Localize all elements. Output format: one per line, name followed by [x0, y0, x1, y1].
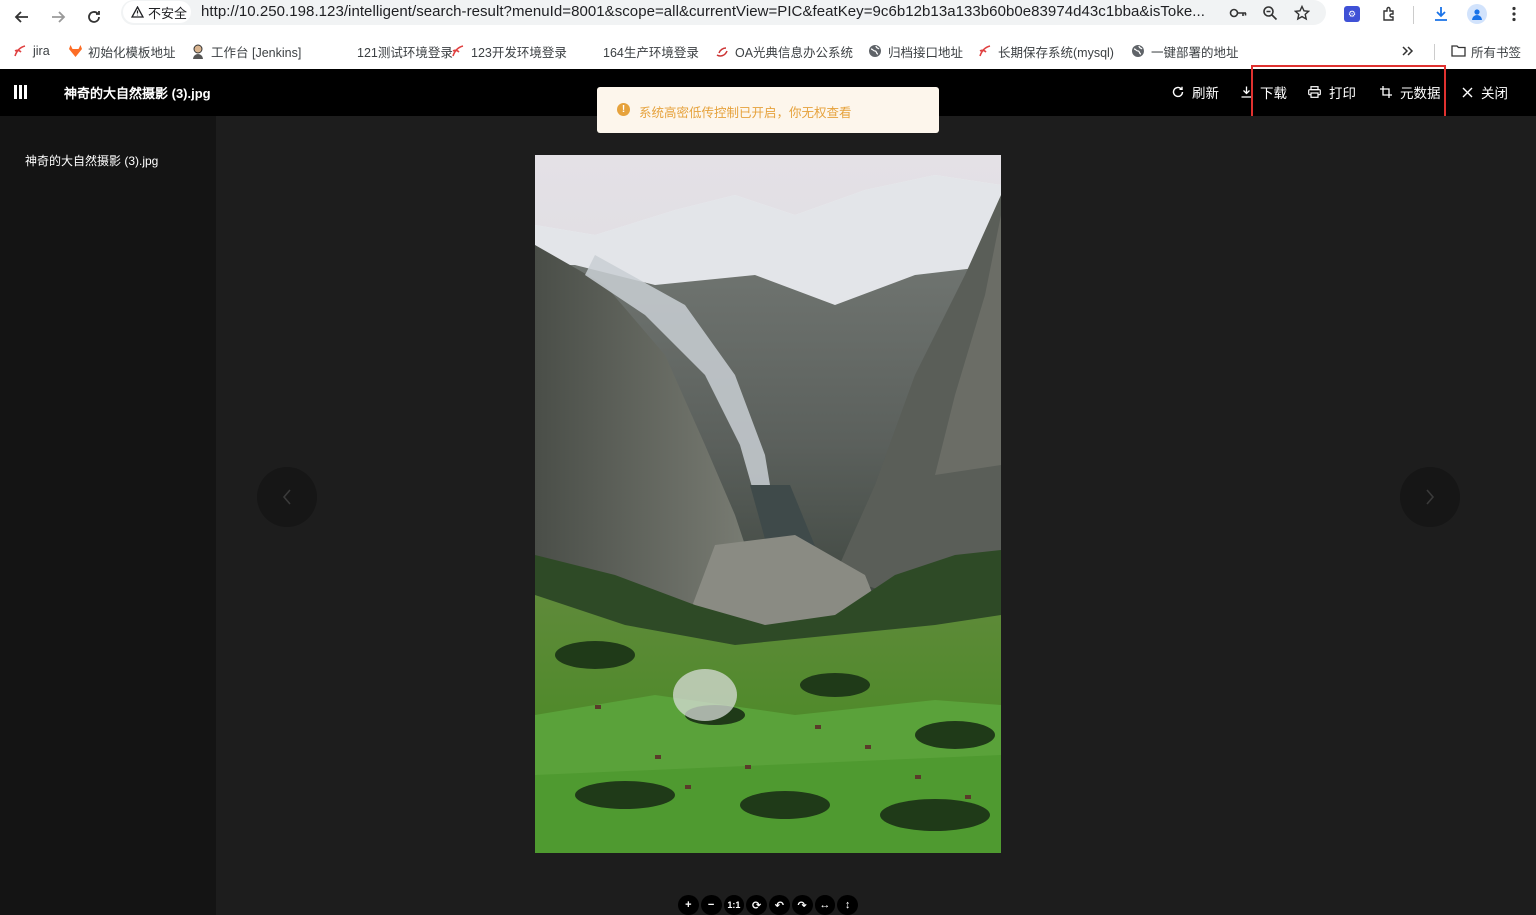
- chevron-right-icon: [1426, 489, 1435, 505]
- chevron-left-icon: [282, 489, 291, 505]
- bookmark-jira[interactable]: jira: [12, 40, 50, 62]
- globe-icon: [1130, 43, 1146, 59]
- file-title: 神奇的大自然摄影 (3).jpg: [64, 86, 211, 101]
- preview-image: [535, 155, 1001, 853]
- profile-avatar[interactable]: [1465, 2, 1489, 26]
- actual-size-icon[interactable]: 1:1: [723, 895, 745, 915]
- download-tray-icon[interactable]: [1429, 2, 1453, 26]
- menu-icon[interactable]: [14, 85, 28, 99]
- zoom-out-icon[interactable]: −: [700, 895, 722, 915]
- url-text[interactable]: http://10.250.198.123/intelligent/search…: [201, 3, 1221, 20]
- omnibox[interactable]: 不安全 http://10.250.198.123/intelligent/se…: [121, 0, 1326, 25]
- kebab-menu-icon[interactable]: [1502, 2, 1526, 26]
- oa-icon: [714, 43, 730, 59]
- bookmarks-bar: jira 初始化模板地址 工作台 [Jenkins] 121测试环境登录 123…: [0, 34, 1536, 69]
- reset-icon[interactable]: ⟳: [746, 895, 767, 915]
- security-label: 不安全: [148, 5, 188, 21]
- bookmark-archive-api[interactable]: 归档接口地址: [867, 40, 963, 62]
- bookmark-long-term[interactable]: 长期保存系统(mysql): [977, 40, 1114, 62]
- security-chip[interactable]: 不安全: [123, 1, 191, 23]
- zoom-in-icon[interactable]: +: [678, 895, 699, 915]
- image-toolbar: + − 1:1 ⟳ ↶ ↷ ↔ ↕: [678, 895, 858, 915]
- bookmark-121[interactable]: 121测试环境登录: [336, 40, 453, 62]
- bookmarks-divider: [1434, 44, 1435, 60]
- forward-icon[interactable]: [44, 3, 72, 31]
- bookmarks-overflow-icon[interactable]: [1402, 40, 1414, 62]
- flip-horizontal-icon[interactable]: ↔: [814, 895, 836, 915]
- bookmark-oa[interactable]: OA光典信息办公系统: [714, 40, 853, 62]
- rotate-right-icon[interactable]: ↷: [791, 895, 813, 915]
- all-bookmarks[interactable]: 所有书签: [1450, 40, 1521, 62]
- zoom-icon[interactable]: [1259, 2, 1281, 24]
- jira-icon: [450, 43, 466, 59]
- bookmark-deploy[interactable]: 一键部署的地址: [1130, 40, 1239, 62]
- jira-icon: [12, 43, 28, 59]
- back-icon[interactable]: [8, 3, 36, 31]
- flip-vertical-icon[interactable]: ↕: [837, 895, 858, 915]
- jenkins-icon: [190, 43, 206, 59]
- extension-icon[interactable]: ⚙: [1340, 2, 1364, 26]
- puzzle-icon[interactable]: [1377, 2, 1401, 26]
- permission-toast: ! 系统高密低传控制已开启，你无权查看: [597, 87, 939, 133]
- key-icon[interactable]: [1227, 2, 1249, 24]
- warning-icon: [131, 6, 144, 18]
- bookmark-jenkins[interactable]: 工作台 [Jenkins]: [190, 40, 301, 62]
- prev-image-button[interactable]: [257, 467, 317, 527]
- close-button[interactable]: 关闭: [1462, 82, 1508, 102]
- folder-icon: [1450, 43, 1466, 59]
- rotate-left-icon[interactable]: ↶: [769, 895, 790, 915]
- file-sidebar: 神奇的大自然摄影 (3).jpg: [0, 116, 216, 915]
- bookmark-164[interactable]: 164生产环境登录: [582, 40, 699, 62]
- toolbar-divider: [1413, 6, 1414, 24]
- gitlab-icon: [67, 43, 83, 59]
- close-icon: [1462, 87, 1473, 97]
- jira-icon: [977, 43, 993, 59]
- next-image-button[interactable]: [1400, 467, 1460, 527]
- globe-icon: [867, 43, 883, 59]
- sidebar-file-item[interactable]: 神奇的大自然摄影 (3).jpg: [25, 152, 158, 169]
- toast-message: 系统高密低传控制已开启，你无权查看: [639, 106, 852, 120]
- reload-icon[interactable]: [80, 3, 108, 31]
- bookmark-123[interactable]: 123开发环境登录: [450, 40, 567, 62]
- refresh-button[interactable]: 刷新: [1172, 82, 1219, 102]
- warning-circle-icon: !: [617, 103, 630, 116]
- bookmark-template[interactable]: 初始化模板地址: [67, 40, 176, 62]
- refresh-icon: [1172, 86, 1184, 98]
- star-icon[interactable]: [1291, 2, 1313, 24]
- browser-toolbar: 不安全 http://10.250.198.123/intelligent/se…: [0, 0, 1536, 34]
